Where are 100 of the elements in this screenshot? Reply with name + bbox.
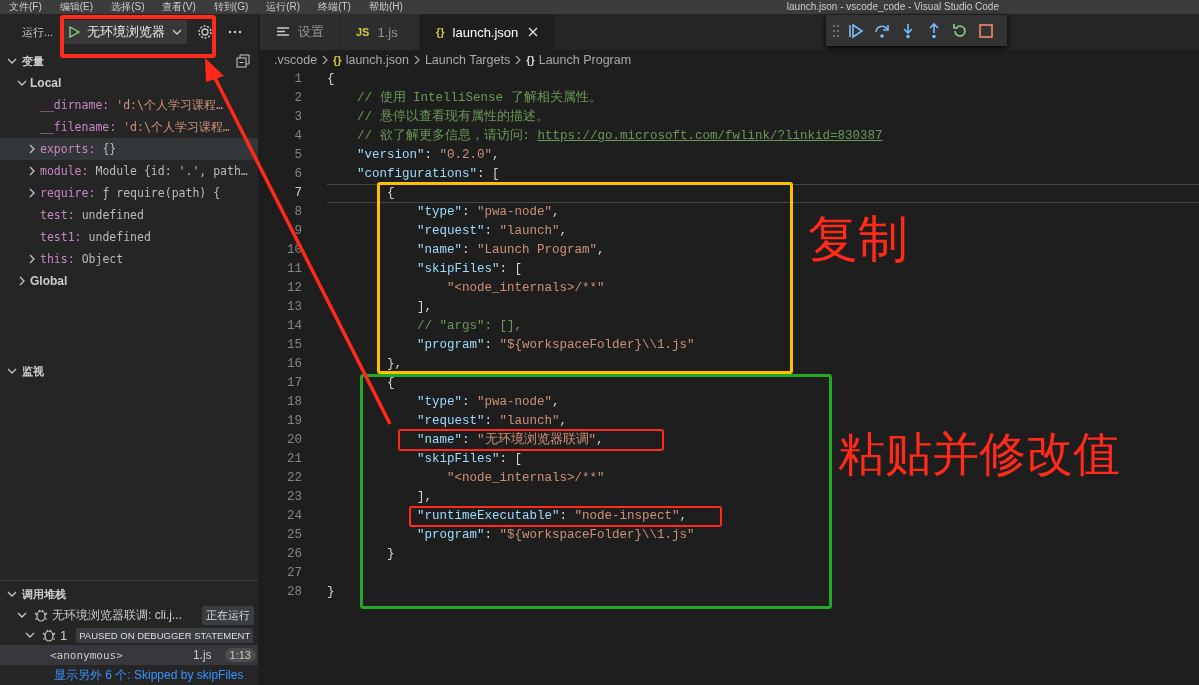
code-line: ], (416, 299, 434, 316)
editor-tab[interactable]: JS 1.js (340, 14, 420, 50)
line-number: 1 (293, 71, 302, 88)
section-header[interactable]: 监视 (0, 360, 258, 382)
status-badge: 正在运行 (202, 605, 254, 625)
status-badge: PAUSED ON DEBUGGER STATEMENT (76, 627, 254, 643)
code-line: "program": "${workspaceFolder}\\1.js" (416, 527, 696, 544)
code-line: "type": "pwa-node", (416, 204, 561, 221)
editor-tab[interactable]: {} launch.json (420, 14, 556, 50)
code-line: { (327, 71, 336, 88)
line-number: 27 (286, 565, 302, 582)
code-line: "configurations": [ (356, 166, 501, 183)
code-line: // "args": [], (416, 318, 524, 335)
line-number: 8 (293, 204, 302, 221)
menu-item[interactable]: 查看(V) (153, 0, 205, 14)
line-number: 15 (286, 337, 302, 354)
line-number: 18 (286, 394, 302, 411)
breadcrumb-item[interactable]: {} launch.json (333, 53, 409, 67)
variable-row[interactable]: __filename: 'd:\个人学习课程… (0, 116, 258, 138)
variable-row[interactable]: test: undefined (0, 204, 258, 226)
menu-item[interactable]: 帮助(H) (359, 0, 412, 14)
step-over-icon (874, 22, 890, 39)
variable-row[interactable]: test1: undefined (0, 226, 258, 248)
code-line: "name": "Launch Program", (416, 242, 606, 259)
code-line: "<node_internals>/**" (446, 280, 606, 297)
code-line: "skipFiles": [ (416, 451, 524, 468)
variable-row[interactable]: module: Module {id: '.', path… (0, 160, 258, 182)
code-line: } (327, 584, 336, 601)
line-number: 3 (293, 109, 302, 126)
menu-item[interactable]: 选择(S) (102, 0, 154, 14)
menu-item[interactable]: 转到(G) (204, 0, 258, 14)
line-number: 26 (286, 546, 302, 563)
settings-icon (197, 24, 214, 40)
line-number: 9 (293, 223, 302, 240)
restart-icon (952, 22, 968, 39)
code-line: ], (416, 489, 434, 506)
bug-icon (41, 627, 57, 643)
line-number: 13 (286, 299, 302, 316)
line-number: 4 (293, 128, 302, 145)
code-line: "skipFiles": [ (416, 261, 524, 278)
line-number: 2 (293, 90, 302, 107)
section-header[interactable]: 调用堆栈 (0, 583, 258, 605)
code-line: "version": "0.2.0", (356, 147, 501, 164)
code-line: { (327, 184, 1199, 203)
step-into-icon (900, 22, 916, 39)
line-number: 6 (293, 166, 302, 183)
scope-item[interactable]: Local (0, 72, 258, 94)
code-line: }, (386, 356, 403, 373)
line-number: 11 (286, 261, 302, 278)
continue-icon (848, 22, 864, 39)
settings-lines-icon (276, 25, 290, 39)
variable-row[interactable]: require: ƒ require(path) { (0, 182, 258, 204)
annotation-label: 复制 (808, 214, 908, 264)
line-number: 22 (286, 470, 302, 487)
code-line: // 欲了解更多信息，请访问: https://go.microsoft.com/fwlink/?linkid=830387 (356, 127, 884, 145)
skipped-frames-link[interactable]: 显示另外 6 个: Skipped by skipFiles (0, 666, 244, 684)
window-title: launch.json - vscode_code - Visual Studio Code (786, 0, 999, 14)
code-line: "request": "launch", (416, 223, 569, 240)
annotation-label: 粘贴并修改值 (838, 430, 1120, 477)
variable-row[interactable]: __dirname: 'd:\个人学习课程… (0, 94, 258, 116)
menu-item[interactable]: 文件(F) (0, 0, 51, 14)
thread-name[interactable]: 1 (60, 627, 68, 643)
bug-icon (33, 607, 49, 623)
breadcrumb-item[interactable]: {} Launch Program (526, 53, 632, 67)
line-number: 5 (293, 147, 302, 164)
debug-session[interactable]: 无环境浏览器联调: cli.j... (52, 606, 182, 624)
line-number: 16 (286, 356, 302, 373)
breadcrumb-item[interactable]: Launch Targets (424, 53, 511, 67)
code-line: "request": "launch", (416, 413, 569, 430)
editor-tab[interactable]: 设置 (260, 14, 340, 50)
settings-button[interactable] (197, 24, 214, 40)
variable-row[interactable]: this: Object (0, 248, 258, 270)
variable-row[interactable]: exports: {} (0, 138, 258, 160)
code-line: "program": "${workspaceFolder}\\1.js" (416, 337, 696, 354)
line-number: 21 (286, 451, 302, 468)
launch-config-dropdown[interactable]: 无环境浏览器 (61, 20, 188, 44)
drag-handle-icon (832, 23, 840, 38)
code-line: } (386, 546, 396, 563)
line-number: 19 (286, 413, 302, 430)
line-number: 7 (293, 185, 302, 202)
menu-item[interactable]: 运行(R) (257, 0, 310, 14)
stop-icon (978, 22, 994, 39)
section-header[interactable]: 变量 (0, 50, 258, 72)
code-line: "runtimeExecutable": "node-inspect", (416, 508, 689, 525)
breadcrumb-item[interactable]: .vscode (274, 53, 318, 67)
code-line: // 悬停以查看现有属性的描述。 (356, 108, 550, 126)
code-link[interactable]: https://go.microsoft.com/fwlink/?linkid=830387 (537, 129, 883, 143)
code-line: // 使用 IntelliSense 了解相关属性。 (356, 89, 603, 107)
line-number: 25 (286, 527, 302, 544)
line-number: 28 (286, 584, 302, 601)
line-number: 23 (286, 489, 302, 506)
code-line: "<node_internals>/**" (446, 470, 606, 487)
menu-item[interactable]: 终端(T) (309, 0, 360, 14)
code-line: "type": "pwa-node", (416, 394, 561, 411)
menu-item[interactable]: 编辑(E) (50, 0, 103, 14)
line-number: 17 (286, 375, 302, 392)
scope-item[interactable]: Global (0, 270, 258, 292)
stack-frame[interactable]: <anonymous> 1.js 1:13 (0, 645, 258, 665)
line-number: 24 (286, 508, 302, 525)
collapse-all-icon (236, 54, 250, 68)
